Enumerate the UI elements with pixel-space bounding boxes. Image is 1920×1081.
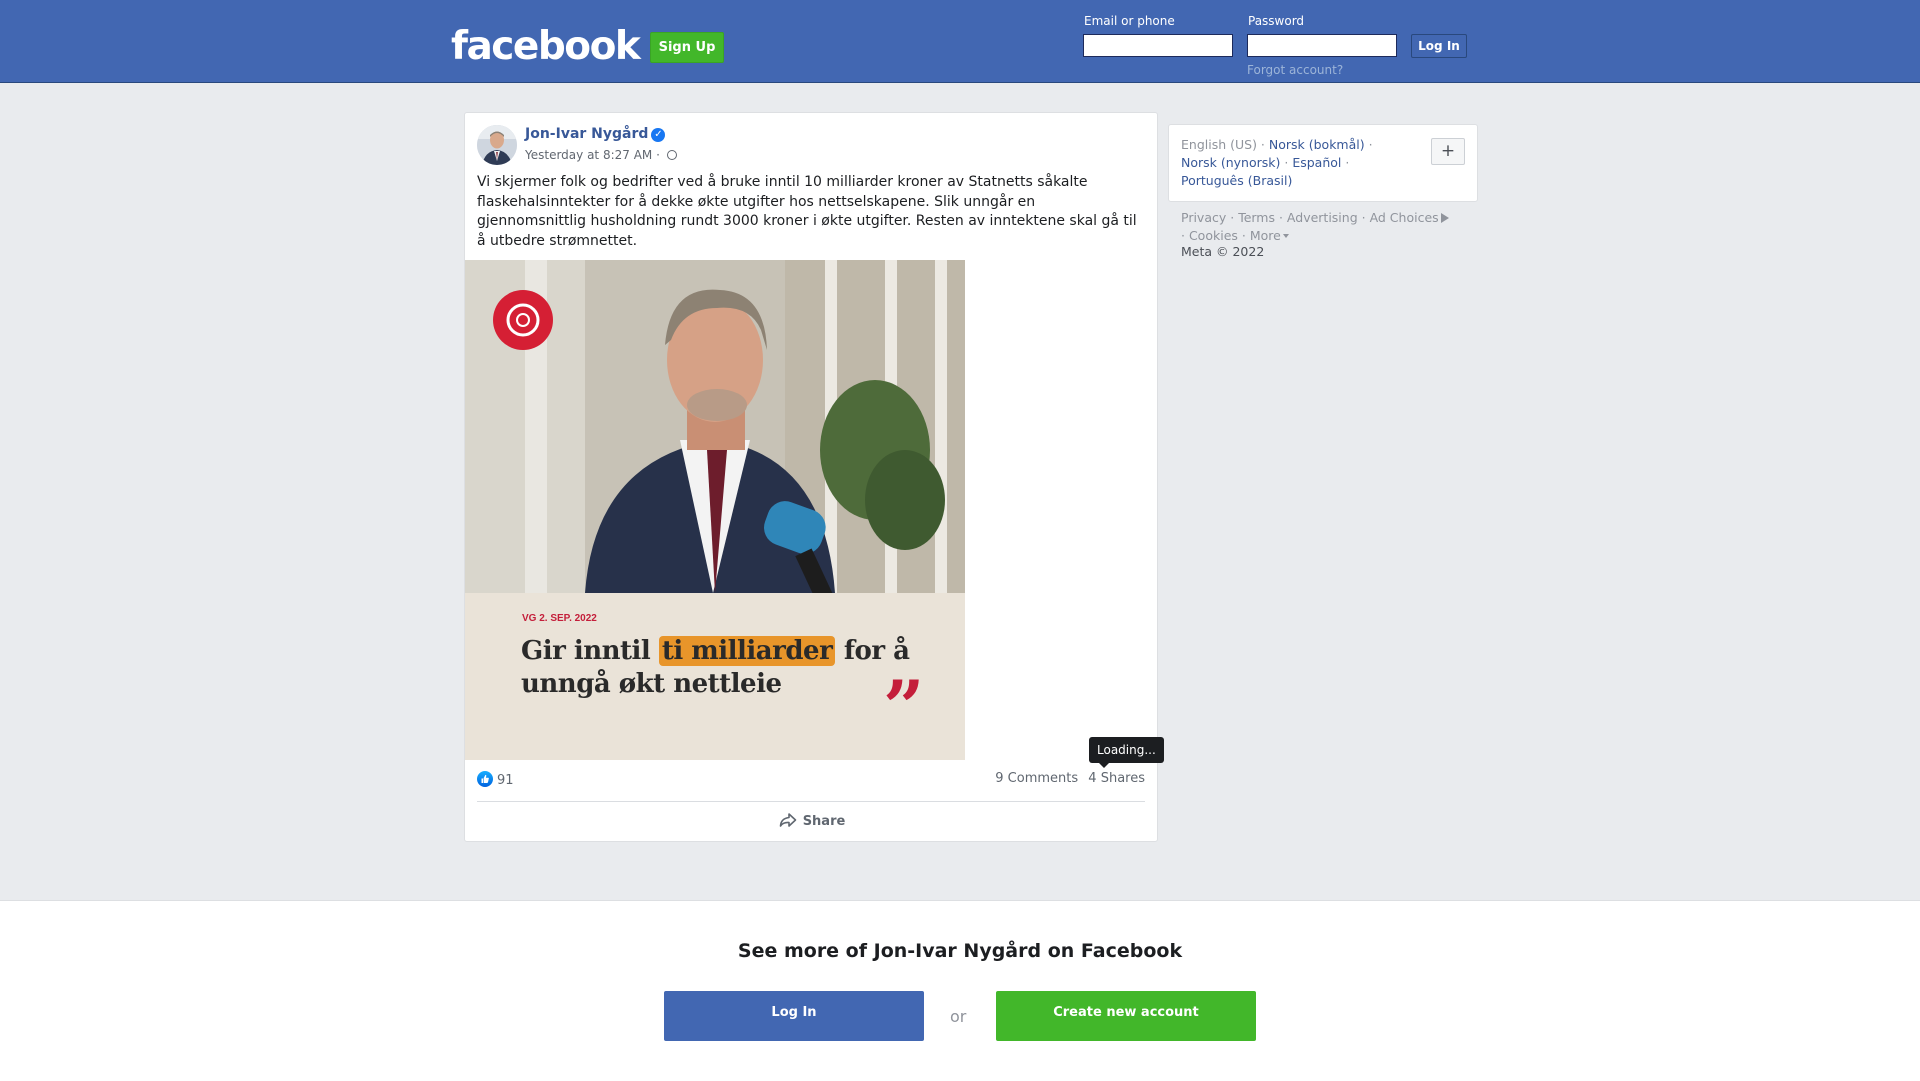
- language-selector: English (US) · Norsk (bokmål) · Norsk (n…: [1168, 124, 1478, 202]
- footer-link-terms[interactable]: Terms: [1238, 210, 1275, 225]
- post-author[interactable]: Jon-Ivar Nygård ✓: [525, 126, 666, 142]
- ad-choices-icon: [1440, 213, 1449, 223]
- login-banner: See more of Jon-Ivar Nygård on Facebook …: [0, 900, 1920, 1081]
- language-option[interactable]: Português (Brasil): [1181, 173, 1292, 188]
- caret-down-icon: [1282, 234, 1289, 238]
- verified-badge-icon: ✓: [651, 128, 666, 142]
- post-card: Jon-Ivar Nygård ✓ Yesterday at 8:27 AM · …: [464, 112, 1164, 842]
- caption-source: VG 2. SEP. 2022: [522, 613, 597, 624]
- globe-icon: [666, 150, 677, 160]
- language-option[interactable]: Español: [1292, 155, 1341, 170]
- quote-mark-icon: ”: [883, 664, 925, 749]
- more-languages-button[interactable]: +: [1431, 138, 1465, 165]
- post-author-name[interactable]: Jon-Ivar Nygård: [525, 126, 648, 142]
- share-icon: [779, 813, 796, 827]
- post-time-text[interactable]: Yesterday at 8:27 AM ·: [525, 148, 660, 162]
- create-account-button[interactable]: Create new account: [996, 991, 1256, 1041]
- comments-count[interactable]: 9 Comments: [995, 771, 1078, 786]
- copyright: Meta © 2022: [1181, 244, 1265, 259]
- password-label: Password: [1248, 14, 1305, 28]
- language-option[interactable]: Norsk (nynorsk): [1181, 155, 1280, 170]
- share-label: Share: [802, 814, 846, 829]
- headline-highlight: ti milliarder: [658, 636, 836, 666]
- banner-login-button[interactable]: Log In: [664, 991, 924, 1041]
- shares-count[interactable]: 4 Shares: [1088, 771, 1145, 786]
- headline-part-1: Gir inntil: [521, 636, 659, 666]
- post-photo: [465, 260, 965, 593]
- footer-links: Privacy · Terms · Advertising · Ad Choic…: [1181, 209, 1481, 245]
- password-field[interactable]: [1247, 34, 1397, 57]
- share-button[interactable]: Share: [465, 807, 1159, 837]
- divider: [477, 801, 1145, 802]
- banner-or-text: or: [950, 1007, 967, 1026]
- language-option[interactable]: Norsk (bokmål): [1269, 137, 1365, 152]
- image-caption: VG 2. SEP. 2022 Gir inntil ti milliarder…: [465, 593, 965, 760]
- footer-link-advertising[interactable]: Advertising: [1287, 210, 1358, 225]
- forgot-account-link[interactable]: Forgot account?: [1247, 63, 1343, 77]
- post-image[interactable]: VG 2. SEP. 2022 Gir inntil ti milliarder…: [465, 260, 965, 760]
- stats-right: 9 Comments 4 Shares: [989, 771, 1145, 786]
- language-list: English (US) · Norsk (bokmål) · Norsk (n…: [1181, 137, 1373, 188]
- language-current: English (US): [1181, 137, 1257, 152]
- top-navbar: facebook Sign Up Email or phone Password…: [0, 0, 1920, 83]
- footer-link-cookies[interactable]: Cookies: [1189, 228, 1238, 243]
- post-text: Vi skjermer folk og bedrifter ved å bruk…: [477, 174, 1137, 249]
- likes-count[interactable]: 91: [497, 773, 514, 788]
- like-reaction-icon[interactable]: [477, 771, 493, 787]
- footer-link-privacy[interactable]: Privacy: [1181, 210, 1226, 225]
- post-stats: 91 9 Comments 4 Shares: [477, 771, 1145, 797]
- banner-title: See more of Jon-Ivar Nygård on Facebook: [737, 940, 1183, 962]
- facebook-logo[interactable]: facebook: [451, 22, 641, 72]
- caption-headline: Gir inntil ti milliarder for å unngå økt…: [521, 635, 941, 701]
- email-label: Email or phone: [1084, 14, 1175, 28]
- loading-tooltip: Loading...: [1089, 737, 1164, 768]
- avatar[interactable]: [477, 125, 517, 165]
- signup-button[interactable]: Sign Up: [650, 32, 724, 63]
- email-field[interactable]: [1083, 34, 1233, 57]
- login-button[interactable]: Log In: [1411, 34, 1467, 58]
- footer-link-more[interactable]: More: [1250, 228, 1281, 243]
- post-timestamp: Yesterday at 8:27 AM ·: [525, 148, 677, 162]
- footer-link-ad-choices[interactable]: Ad Choices: [1370, 210, 1439, 225]
